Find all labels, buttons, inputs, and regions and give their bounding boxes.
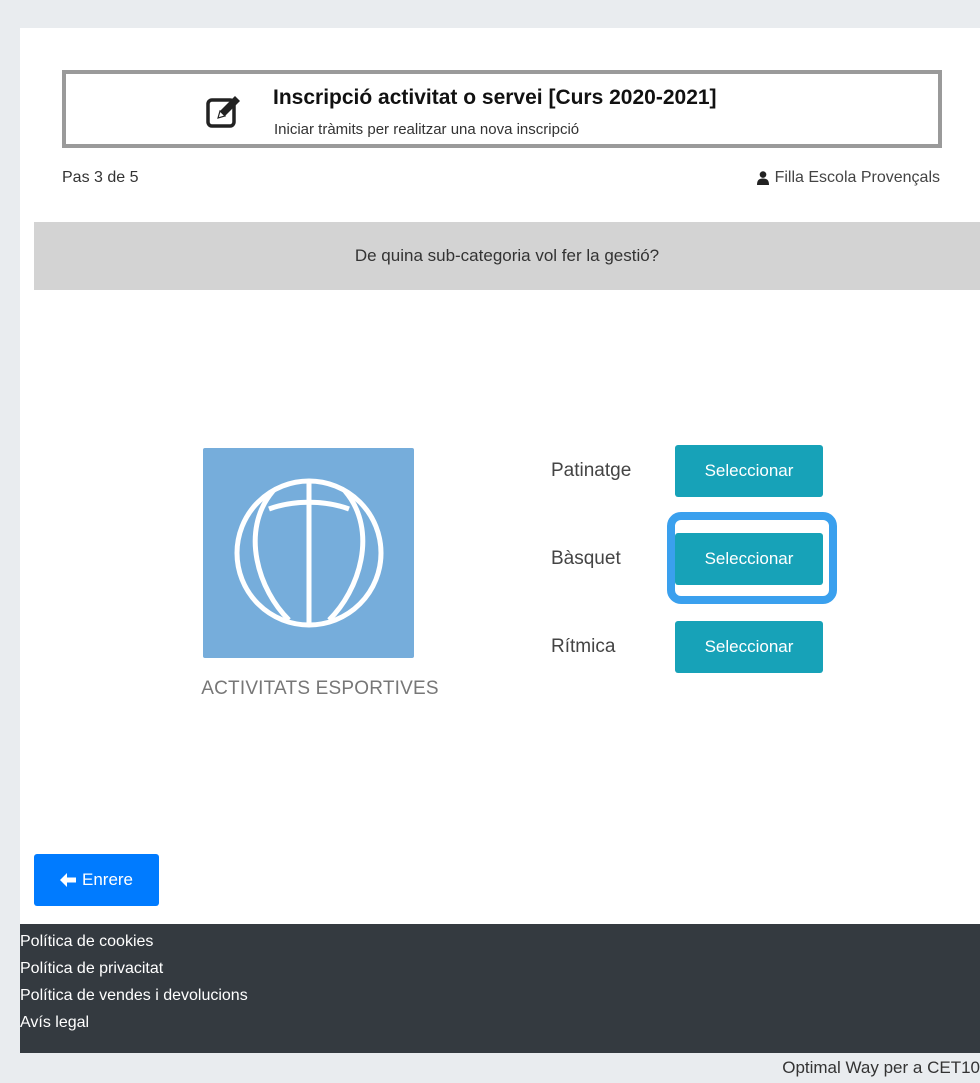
footer: Política de cookies Política de privacit…: [20, 924, 980, 1053]
select-ritmica-button[interactable]: Seleccionar: [675, 621, 823, 673]
footer-link-sales-returns[interactable]: Política de vendes i devolucions: [20, 982, 980, 1009]
option-label-ritmica: Rítmica: [551, 636, 616, 657]
footer-link-cookies[interactable]: Política de cookies: [20, 928, 980, 955]
step-indicator: Pas 3 de 5: [62, 169, 139, 186]
edit-icon: [206, 96, 240, 128]
user-name: Filla Escola Provençals: [774, 169, 940, 186]
select-patinatge-button[interactable]: Seleccionar: [675, 445, 823, 497]
option-label-basquet: Bàsquet: [551, 548, 621, 569]
footer-link-privacy[interactable]: Política de privacitat: [20, 955, 980, 982]
header-box: Inscripció activitat o servei [Curs 2020…: [62, 70, 942, 148]
back-button[interactable]: Enrere: [34, 854, 159, 906]
footer-link-legal[interactable]: Avís legal: [20, 1009, 980, 1036]
category-name: ACTIVITATS ESPORTIVES: [201, 678, 439, 699]
question-text: De quina sub-categoria vol fer la gestió…: [354, 246, 660, 265]
option-label-patinatge: Patinatge: [551, 460, 632, 481]
page-title: Inscripció activitat o servei [Curs 2020…: [273, 86, 717, 109]
page-subtitle: Iniciar tràmits per realitzar una nova i…: [274, 121, 580, 138]
category-tile: [203, 448, 414, 658]
question-bar: De quina sub-categoria vol fer la gestió…: [34, 222, 980, 290]
basketball-icon: [234, 478, 383, 628]
user-icon: [756, 171, 769, 185]
credit-text: Optimal Way per a CET10: [782, 1058, 980, 1077]
page-container: Inscripció activitat o servei [Curs 2020…: [20, 28, 980, 1053]
select-basquet-button[interactable]: Seleccionar: [675, 533, 823, 585]
user-info: Filla Escola Provençals: [756, 169, 940, 187]
back-button-label: Enrere: [81, 870, 134, 889]
arrow-left-icon: [59, 873, 76, 887]
